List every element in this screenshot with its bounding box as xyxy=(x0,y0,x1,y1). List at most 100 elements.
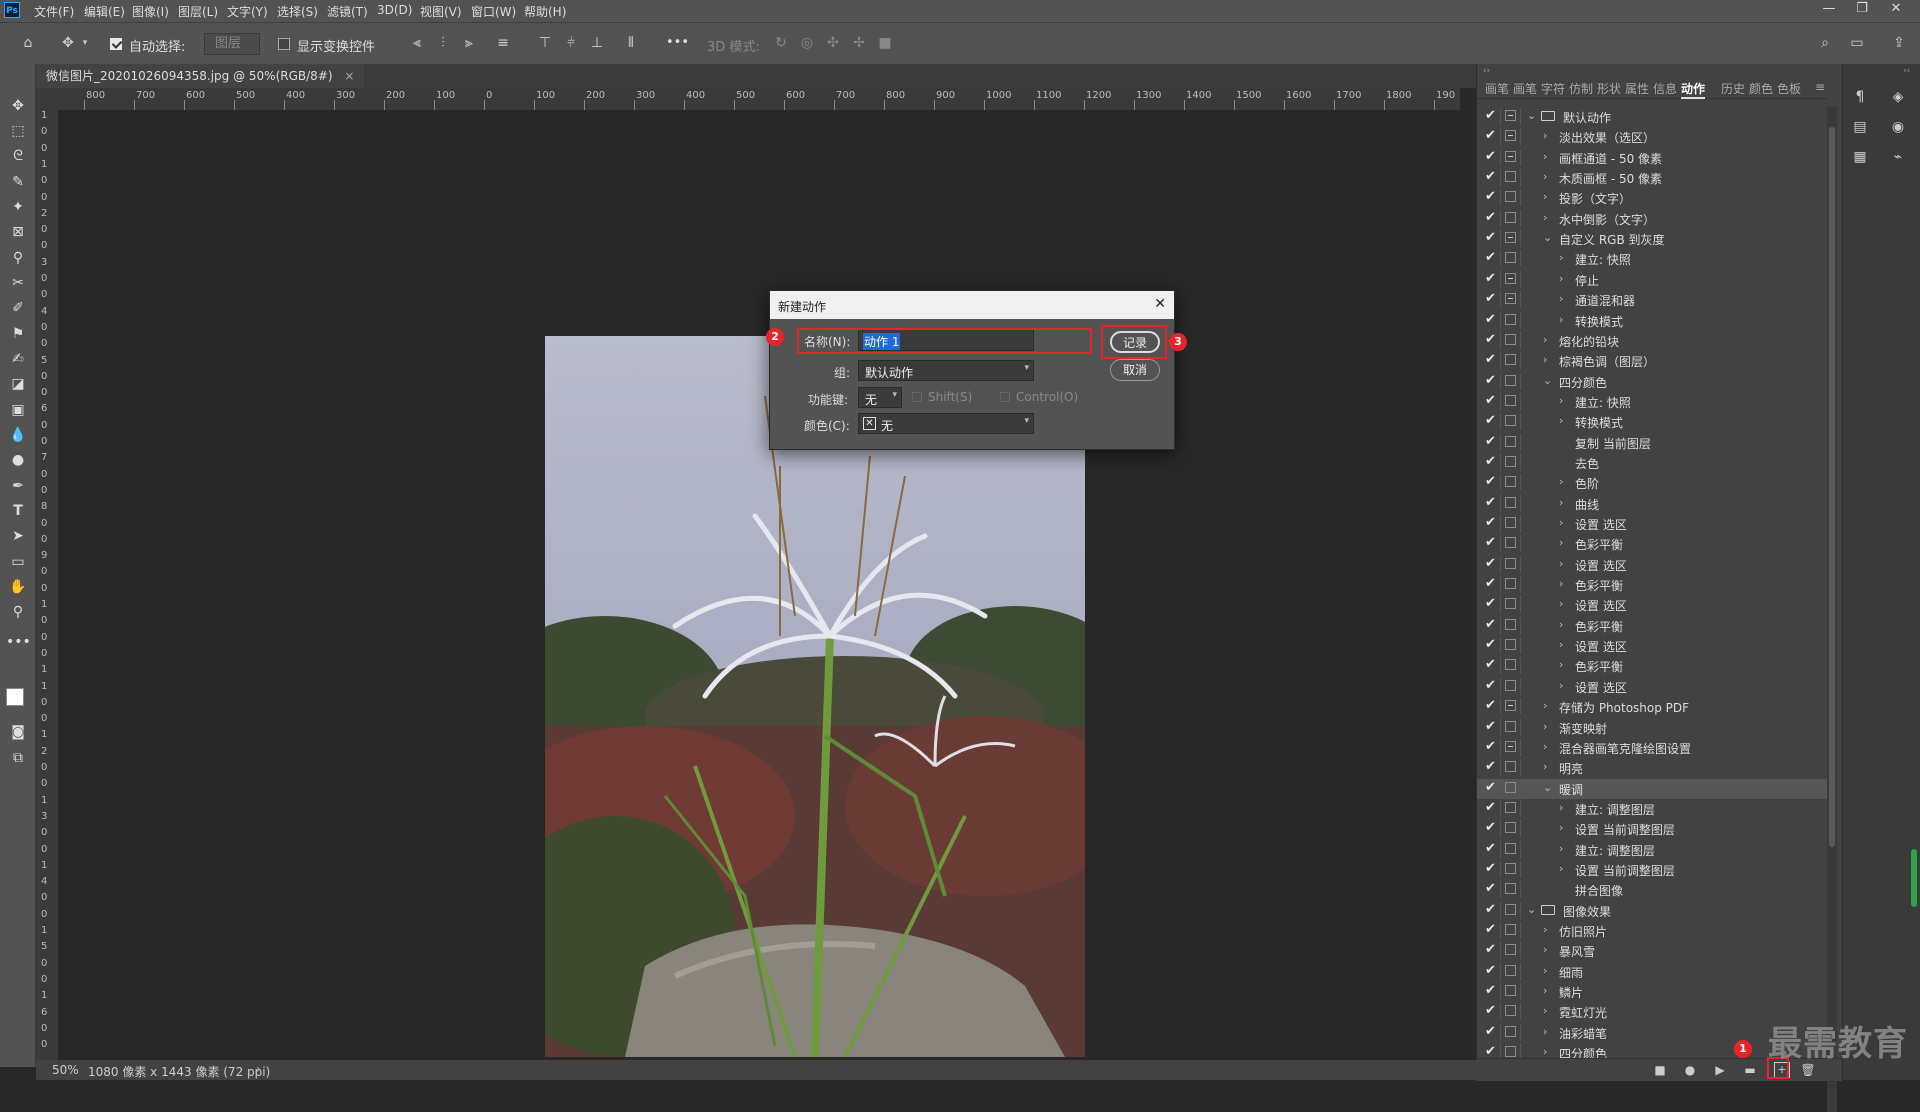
paths-icon[interactable]: ⌁ xyxy=(1887,146,1909,168)
chevron-right-icon[interactable]: › xyxy=(1559,658,1563,671)
align-top-icon[interactable]: ⊤ xyxy=(536,34,554,52)
channels-icon[interactable]: ◉ xyxy=(1887,116,1909,138)
chevron-right-icon[interactable]: › xyxy=(256,1062,261,1076)
dialog-toggle-icon[interactable] xyxy=(1505,1025,1516,1037)
dialog-toggle-icon[interactable] xyxy=(1505,822,1516,834)
chevron-down-icon[interactable]: ⌄ xyxy=(1543,781,1552,794)
chevron-right-icon[interactable]: › xyxy=(1543,333,1547,346)
dialog-toggle-icon[interactable] xyxy=(1505,333,1516,345)
dialog-toggle-icon[interactable] xyxy=(1505,171,1516,183)
chevron-right-icon[interactable]: › xyxy=(1559,292,1563,305)
dialog-toggle-icon[interactable] xyxy=(1505,862,1516,874)
chevron-right-icon[interactable]: › xyxy=(1559,801,1563,814)
dialog-toggle-icon[interactable] xyxy=(1505,476,1516,488)
action-row[interactable]: ✔ › 通道混和器 xyxy=(1477,290,1827,310)
chevron-right-icon[interactable]: › xyxy=(1559,679,1563,692)
chevron-right-icon[interactable]: › xyxy=(1559,597,1563,610)
color-select[interactable]: ✕ 无 ▾ xyxy=(858,413,1034,434)
panel-menu-icon[interactable]: ≡ xyxy=(1815,80,1825,94)
play-icon[interactable]: ▶ xyxy=(1712,1062,1728,1078)
chevron-right-icon[interactable]: › xyxy=(1559,618,1563,631)
dialog-toggle-icon[interactable] xyxy=(1505,435,1516,447)
tab-color[interactable]: 颜色 xyxy=(1749,80,1773,97)
chevron-right-icon[interactable]: › xyxy=(1559,557,1563,570)
toggle-check-icon[interactable]: ✔ xyxy=(1485,251,1497,265)
action-row[interactable]: ✔ › 建立: 调整图层 xyxy=(1477,840,1827,860)
chevron-right-icon[interactable]: › xyxy=(1543,1025,1547,1038)
dialog-toggle-icon[interactable] xyxy=(1505,110,1516,121)
action-row[interactable]: ✔ › 设置 选区 xyxy=(1477,677,1827,697)
action-row[interactable]: ✔ › 暴风雪 xyxy=(1477,941,1827,961)
toggle-check-icon[interactable]: ✔ xyxy=(1485,271,1497,286)
action-row[interactable]: ✔ › 色彩平衡 xyxy=(1477,534,1827,554)
quick-select-tool-icon[interactable]: ✎ xyxy=(6,172,30,192)
action-row[interactable]: ✔ › 淡出效果（选区） xyxy=(1477,127,1827,147)
toggle-check-icon[interactable]: ✔ xyxy=(1485,597,1497,611)
toggle-check-icon[interactable]: ✔ xyxy=(1485,780,1497,795)
menu-layer[interactable]: 图层(L) xyxy=(178,3,218,20)
eraser-tool-icon[interactable]: ◪ xyxy=(6,374,30,394)
dialog-toggle-icon[interactable] xyxy=(1505,985,1516,997)
search-icon[interactable]: ⌕ xyxy=(1816,34,1834,52)
collapse-icon[interactable]: ‹‹ xyxy=(1903,66,1910,76)
menu-image[interactable]: 图像(I) xyxy=(132,3,169,20)
layers-icon[interactable]: ◈ xyxy=(1887,86,1909,108)
chevron-right-icon[interactable]: › xyxy=(1543,943,1547,956)
dialog-toggle-icon[interactable] xyxy=(1505,1005,1516,1017)
toggle-check-icon[interactable]: ✔ xyxy=(1485,414,1497,428)
3d-pan-icon[interactable]: ✣ xyxy=(824,34,842,52)
toggle-check-icon[interactable]: ✔ xyxy=(1485,678,1497,693)
action-row[interactable]: ✔ › 设置 当前调整图层 xyxy=(1477,819,1827,839)
toggle-check-icon[interactable]: ✔ xyxy=(1485,109,1497,123)
action-row[interactable]: ✔ › 明亮 xyxy=(1477,758,1827,778)
menu-help[interactable]: 帮助(H) xyxy=(524,3,566,20)
action-row[interactable]: ✔ › 色彩平衡 xyxy=(1477,616,1827,636)
action-row[interactable]: ✔ › 转换模式 xyxy=(1477,412,1827,432)
lasso-tool-icon[interactable]: ᘓ xyxy=(6,146,30,166)
dialog-toggle-icon[interactable] xyxy=(1505,517,1516,528)
3d-slide-icon[interactable]: ✢ xyxy=(850,34,868,52)
chevron-right-icon[interactable]: › xyxy=(1559,577,1563,590)
chevron-right-icon[interactable]: › xyxy=(1559,496,1563,509)
dialog-toggle-icon[interactable] xyxy=(1505,761,1516,773)
type-tool-icon[interactable]: T xyxy=(6,501,30,521)
layer-dropdown[interactable]: 图层 xyxy=(204,33,260,55)
move-tool-icon[interactable]: ✥ xyxy=(58,34,78,52)
align-middle-icon[interactable]: ⫩ xyxy=(562,34,580,52)
action-row[interactable]: ✔ › 建立: 快照 xyxy=(1477,249,1827,269)
toggle-check-icon[interactable]: ✔ xyxy=(1485,149,1497,164)
dialog-toggle-icon[interactable] xyxy=(1505,598,1516,610)
action-row[interactable]: ✔ ⌄ 暖调 xyxy=(1477,778,1827,799)
chevron-right-icon[interactable]: › xyxy=(1543,760,1547,773)
toggle-check-icon[interactable]: ✔ xyxy=(1485,434,1497,449)
dialog-toggle-icon[interactable] xyxy=(1505,679,1516,691)
more-options-button[interactable]: ••• xyxy=(666,35,689,50)
dialog-toggle-icon[interactable] xyxy=(1505,557,1516,569)
action-row[interactable]: ✔ 去色 xyxy=(1477,453,1827,473)
toggle-check-icon[interactable]: ✔ xyxy=(1485,353,1497,367)
dialog-toggle-icon[interactable] xyxy=(1505,659,1516,671)
clone-stamp-tool-icon[interactable]: ⚑ xyxy=(6,324,30,344)
tab-actions[interactable]: 动作 xyxy=(1681,80,1706,99)
action-row[interactable]: ✔ › 熔化的铅块 xyxy=(1477,331,1827,351)
toggle-check-icon[interactable]: ✔ xyxy=(1485,556,1497,571)
action-row[interactable]: ✔ › 存储为 Photoshop PDF xyxy=(1477,697,1827,717)
menu-window[interactable]: 窗口(W) xyxy=(471,3,516,20)
dialog-toggle-icon[interactable] xyxy=(1505,130,1516,142)
toggle-check-icon[interactable]: ✔ xyxy=(1485,516,1497,530)
toggle-check-icon[interactable]: ✔ xyxy=(1485,170,1497,184)
chevron-right-icon[interactable]: › xyxy=(1559,516,1563,529)
menu-file[interactable]: 文件(F) xyxy=(34,3,74,20)
dialog-toggle-icon[interactable] xyxy=(1505,781,1516,793)
dialog-toggle-icon[interactable] xyxy=(1505,150,1516,162)
stop-icon[interactable]: ■ xyxy=(1652,1062,1668,1078)
toggle-check-icon[interactable]: ✔ xyxy=(1485,231,1497,245)
action-row[interactable]: ✔ › 建立: 调整图层 xyxy=(1477,799,1827,819)
toggle-check-icon[interactable]: ✔ xyxy=(1485,963,1497,978)
action-row[interactable]: ✔ › 停止 xyxy=(1477,270,1827,290)
dialog-toggle-icon[interactable] xyxy=(1505,496,1516,508)
action-row[interactable]: ✔ › 色彩平衡 xyxy=(1477,575,1827,595)
dialog-toggle-icon[interactable] xyxy=(1505,211,1516,223)
dialog-toggle-icon[interactable] xyxy=(1505,1046,1516,1058)
chevron-right-icon[interactable]: › xyxy=(1543,699,1547,712)
